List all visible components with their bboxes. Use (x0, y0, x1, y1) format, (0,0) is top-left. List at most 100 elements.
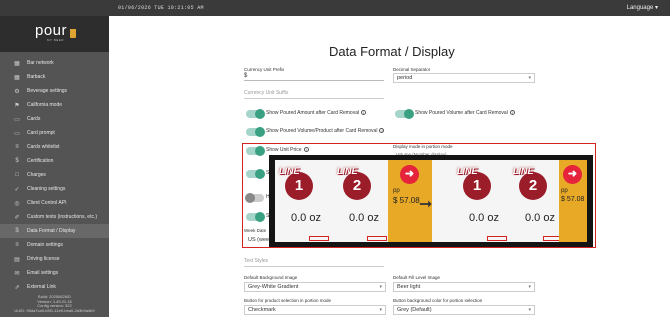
sidebar-item-label: Driving license (27, 256, 60, 262)
sidebar-item[interactable]: ⇗ External Link (0, 280, 109, 294)
sidebar-item-label: Barback (27, 74, 46, 80)
toggle-knob (404, 109, 414, 119)
sidebar-item[interactable]: ✉ Email settings (0, 266, 109, 280)
info-icon[interactable]: i (379, 128, 385, 133)
sidebar-item-icon: ▦ (14, 60, 20, 67)
sidebar-item-icon: ▤ (14, 256, 20, 263)
price-per-label: pp (561, 188, 568, 194)
sidebar-item-icon: ▭ (14, 116, 20, 123)
sidebar-item[interactable]: ⚑ California mode (0, 98, 109, 112)
toggle-label-text: Show Poured Volume after Card Removal (415, 110, 508, 116)
sidebar-item[interactable]: ▤ Driving license (0, 252, 109, 266)
sidebar-item[interactable]: $ Data Format / Display (0, 224, 109, 238)
bg-image-label: Default Background Image (244, 275, 298, 280)
top-bar: 01/06/2026 TUE 10:21:05 AM Language ▾ (0, 0, 670, 16)
sidebar-item-icon: ✓ (14, 186, 20, 193)
sidebar-item-label: Client Control API (27, 200, 67, 206)
toggle-poured-volume-label: Show Poured Volume after Card Removal i (415, 110, 515, 116)
currency-prefix-input[interactable]: $ (244, 72, 384, 81)
comparison-screens: 1 LINE 0.0 oz 2 LINE 0.0 oz ➜ pp $ 57.08… (275, 160, 587, 242)
sidebar-item-icon: $ (15, 228, 19, 234)
sidebar: ☰ pour MY BEER ▦Bar network▦Barback⚙Beve… (0, 0, 109, 317)
btn-bg-label: Button background color for portion sele… (393, 298, 483, 303)
toggle-knob (255, 109, 265, 119)
language-menu[interactable]: Language ▾ (627, 4, 658, 11)
decimal-separator-label: Decimal Separator (393, 67, 431, 72)
sidebar-item[interactable]: ⚙ Beverage settings (0, 84, 109, 98)
btn-bg-value: Grey (Default) (397, 307, 432, 313)
sidebar-item-label: California mode (27, 102, 63, 108)
logo: pour (35, 22, 68, 39)
page-title: Data Format / Display (329, 44, 455, 59)
toggle-poured-amount-label: Show Poured Amount after Card Removal i (266, 110, 367, 116)
fill-image-label: Default Fill Level Image (393, 275, 441, 280)
currency-suffix-underline (244, 98, 384, 99)
sidebar-item-icon: ⚙ (14, 88, 20, 95)
tap-1-amount: 0.0 oz (291, 212, 321, 224)
sidebar-item-icon: □ (15, 172, 19, 178)
toggle-poured-amount[interactable] (246, 109, 265, 119)
tap-1-badge: 1 (463, 172, 491, 200)
sidebar-item-label: Cards (27, 116, 41, 122)
sidebar-item-label: Custom texts (instructions, etc.) (27, 214, 98, 220)
tap-2-amount: 0.0 oz (525, 212, 555, 224)
sidebar-item[interactable]: ≡ Domain settings (0, 238, 109, 252)
sidebar-item[interactable]: $ Certification (0, 154, 109, 168)
sidebar-item-label: Charges (27, 172, 46, 178)
text-styles-section: Text Styles (244, 258, 269, 264)
section-divider (244, 266, 384, 267)
toggle-label-text: Show Poured Amount after Card Removal (266, 110, 360, 116)
sidebar-item[interactable]: ▦ Bar network (0, 56, 109, 70)
currency-suffix-input[interactable]: Currency Unit Suffix (244, 90, 288, 96)
sidebar-item-label: Beverage settings (27, 88, 68, 94)
line-label: LINE (337, 166, 358, 176)
tap-1-badge: 1 (285, 172, 313, 200)
build-info: Build: 20250626/D Version: 1.49.21.18 Co… (0, 294, 109, 313)
toggle-poured-product[interactable] (246, 127, 265, 137)
tap-2-badge: 2 (343, 172, 371, 200)
sidebar-item[interactable]: ≡ Cards whitelist (0, 140, 109, 154)
sidebar-item-icon: ✐ (14, 214, 20, 221)
sidebar-item-icon: ⚑ (14, 102, 20, 109)
sidebar-item[interactable]: ▦ Barback (0, 70, 109, 84)
sidebar-item[interactable]: ✐ Custom texts (instructions, etc.) (0, 210, 109, 224)
btn-bg-select[interactable]: Grey (Default) ▾ (393, 305, 535, 315)
info-icon[interactable]: i (361, 110, 367, 115)
toggle-poured-volume[interactable] (395, 109, 414, 119)
sidebar-item[interactable]: ▭ Cards (0, 112, 109, 126)
sidebar-item-label: Cards whitelist (27, 144, 60, 150)
beer-glass-icon (70, 29, 76, 38)
uuid-line: UUID: 95da7ca9-b5f1-11e9-bea0-2d3b9a4b9 (14, 307, 95, 313)
toggle-poured-product-label: Show Poured Volume/Product after Card Re… (266, 128, 385, 134)
decimal-separator-value: period (397, 75, 413, 81)
sidebar-item-label: Domain settings (27, 242, 63, 248)
tap-1-before: 1 LINE 0.0 oz (275, 160, 333, 242)
sidebar-item-label: Bar network (27, 60, 54, 66)
tap-2-before: 2 LINE 0.0 oz (333, 160, 391, 242)
sidebar-item-label: Cleaning settings (27, 186, 66, 192)
sidebar-item[interactable]: ✓ Cleaning settings (0, 182, 109, 196)
sidebar-item-label: Card prompt (27, 130, 55, 136)
arrow-right-circle-icon: ➜ (563, 165, 582, 184)
decimal-separator-select[interactable]: period ▾ (393, 73, 535, 83)
chevron-down-icon: ▾ (528, 307, 531, 313)
unit-price-marker (367, 236, 387, 241)
line-label: LINE (279, 166, 300, 176)
fill-image-select[interactable]: Beer light ▾ (393, 282, 535, 292)
price-per-label: pp (393, 188, 400, 194)
sidebar-item-icon: ▭ (14, 130, 20, 137)
bg-image-select[interactable]: Grey-White Gradient ▾ (244, 282, 386, 292)
btn-product-select[interactable]: Checkmark ▾ (244, 305, 386, 315)
sidebar-item-label: Email settings (27, 270, 59, 276)
chevron-down-icon: ▾ (528, 284, 531, 290)
sidebar-item-icon: ◎ (14, 200, 20, 207)
tap-1-amount: 0.0 oz (469, 212, 499, 224)
info-icon[interactable]: i (509, 110, 515, 115)
sidebar-item[interactable]: □ Charges (0, 168, 109, 182)
sidebar-item-icon: ✉ (14, 270, 20, 277)
sidebar-item[interactable]: ▭ Card prompt (0, 126, 109, 140)
datetime: 01/06/2026 TUE 10:21:05 AM (118, 5, 204, 11)
btn-product-value: Checkmark (248, 307, 276, 313)
fill-image-value: Beer light (397, 284, 421, 290)
sidebar-item[interactable]: ◎ Client Control API (0, 196, 109, 210)
